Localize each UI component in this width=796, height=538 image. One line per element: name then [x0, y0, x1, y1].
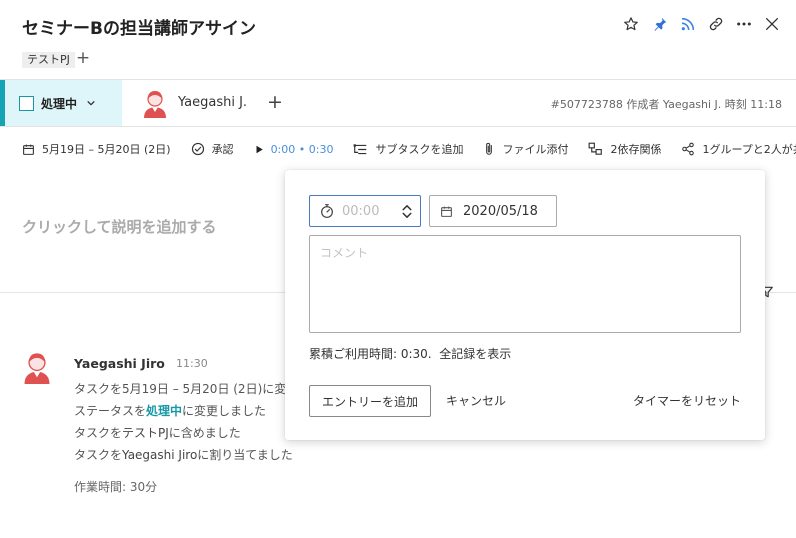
calendar-icon: [441, 206, 452, 217]
cumulative-label: 累積ご利用時間: 0:30.: [309, 347, 432, 361]
assignee-avatar[interactable]: [142, 88, 168, 118]
status-link: 処理中: [146, 404, 183, 418]
activity-line: ステータスを処理中に変更しました: [74, 404, 267, 418]
dates-label: 5月19日 – 5月20日 (2日): [42, 143, 171, 156]
status-bar: 処理中 Yaegashi J. + #507723788 作成者 Yaegash…: [0, 79, 796, 127]
add-subtask-button[interactable]: サブタスクを追加: [353, 141, 463, 157]
activity-time: 11:30: [176, 357, 208, 370]
attach-file-label: ファイル添付: [502, 143, 569, 156]
date-value: 2020/05/18: [463, 203, 538, 219]
status-checkbox[interactable]: [19, 95, 34, 111]
task-meta: #507723788 作成者 Yaegashi J. 時刻 11:18: [550, 98, 782, 111]
paperclip-icon: [486, 142, 493, 155]
timer-label: 0:00 • 0:30: [270, 142, 334, 156]
activity-log: タスクを5月19日 – 5月20日 (2日)に変更しました ステータスを処理中に…: [74, 378, 294, 466]
check-circle-icon: [191, 142, 204, 156]
attach-file-button[interactable]: ファイル添付: [483, 141, 568, 157]
time-input-box[interactable]: [309, 195, 421, 227]
stepper-icon: [402, 205, 412, 218]
activity-line: タスクをテストPJに含めました: [74, 426, 241, 440]
chevron-down-icon: [86, 98, 96, 108]
timer-button[interactable]: 0:00 • 0:30: [254, 142, 334, 156]
approve-button[interactable]: 承認: [191, 141, 234, 157]
dates-button[interactable]: 5月19日 – 5月20日 (2日): [22, 141, 171, 157]
share-button[interactable]: 1グループと2人が共有: [681, 141, 796, 157]
more-icon[interactable]: [734, 14, 754, 34]
cumulative-time: 累積ご利用時間: 0:30. 全記録を表示: [309, 345, 511, 362]
dependency-label: 2依存関係: [610, 143, 662, 156]
date-picker[interactable]: 2020/05/18: [429, 195, 557, 227]
activity-avatar[interactable]: [22, 350, 52, 384]
pin-icon[interactable]: [650, 14, 670, 34]
status-label: 処理中: [41, 96, 78, 111]
cancel-button[interactable]: キャンセル: [446, 392, 506, 409]
stopwatch-icon: [321, 204, 333, 218]
dependency-icon: [589, 142, 603, 155]
reset-timer-button[interactable]: タイマーをリセット: [633, 392, 741, 409]
add-subtask-label: サブタスクを追加: [375, 143, 464, 156]
share-label: 1グループと2人が共有: [702, 143, 796, 156]
add-tag-button[interactable]: +: [74, 48, 92, 68]
dependency-button[interactable]: 2依存関係: [588, 141, 661, 157]
rss-icon[interactable]: [678, 14, 698, 34]
project-link[interactable]: テストPJ: [122, 426, 169, 440]
work-time: 作業時間: 30分: [74, 480, 158, 494]
play-icon: [256, 145, 263, 153]
show-all-link[interactable]: 全記録を表示: [439, 347, 511, 361]
calendar-icon: [23, 144, 34, 155]
activity-line: タスクをYaegashi Jiroに割り当てました: [74, 448, 293, 462]
time-input[interactable]: [342, 203, 392, 219]
link-icon[interactable]: [706, 14, 726, 34]
activity-line: タスクを5月19日 – 5月20日 (2日)に変更しました: [74, 382, 294, 396]
share-icon: [682, 142, 695, 156]
description-placeholder[interactable]: クリックして説明を追加する: [22, 216, 217, 237]
subtask-icon: [354, 143, 367, 154]
comment-field[interactable]: [309, 235, 741, 333]
task-toolbar: 5月19日 – 5月20日 (2日) 承認 0:00 • 0:30 サブタスクを…: [22, 139, 796, 159]
assignee-name[interactable]: Yaegashi J.: [178, 95, 247, 110]
add-entry-button[interactable]: エントリーを追加: [309, 385, 431, 417]
close-icon[interactable]: [762, 14, 782, 34]
user-link[interactable]: Yaegashi Jiro: [122, 448, 197, 462]
approve-label: 承認: [211, 143, 234, 156]
status-dropdown[interactable]: 処理中: [0, 80, 122, 126]
activity-user[interactable]: Yaegashi Jiro: [74, 356, 165, 371]
add-assignee-button[interactable]: +: [266, 91, 284, 113]
star-icon[interactable]: [621, 14, 641, 34]
time-entry-popup: 2020/05/18 累積ご利用時間: 0:30. 全記録を表示 エントリーを追…: [285, 170, 765, 440]
project-tag[interactable]: テストPJ: [22, 52, 75, 68]
page-title: セミナーBの担当講師アサイン: [22, 19, 256, 39]
